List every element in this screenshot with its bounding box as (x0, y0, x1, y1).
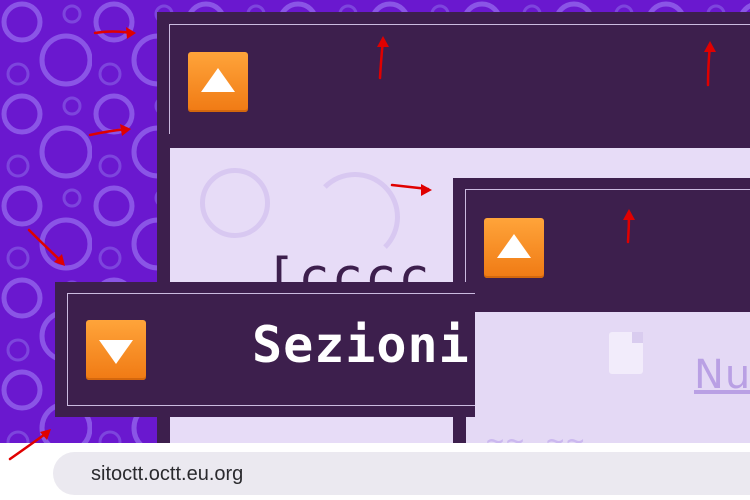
browser-bottom-bar: sitoctt.octt.eu.org (0, 443, 750, 500)
window-content: Nu ~~ ~~ (466, 312, 750, 459)
ghost-circle (200, 168, 270, 238)
right-window: Nu ~~ ~~ (453, 178, 750, 459)
triangle-down-icon (99, 340, 133, 364)
expand-button[interactable] (484, 218, 544, 278)
expand-button[interactable] (188, 52, 248, 112)
faded-link[interactable]: Nu (694, 352, 750, 398)
triangle-up-icon (201, 68, 235, 92)
window-title: Sezioni (252, 316, 470, 374)
window-frame-line (465, 189, 750, 190)
document-icon (609, 332, 643, 374)
window-frame-line (169, 24, 750, 25)
collapse-button[interactable] (86, 320, 146, 380)
window-frame-line (169, 24, 170, 134)
url-text: sitoctt.octt.eu.org (91, 463, 244, 485)
url-bar[interactable]: sitoctt.octt.eu.org (53, 452, 750, 495)
triangle-up-icon (497, 234, 531, 258)
front-window: Sezioni (55, 282, 475, 417)
